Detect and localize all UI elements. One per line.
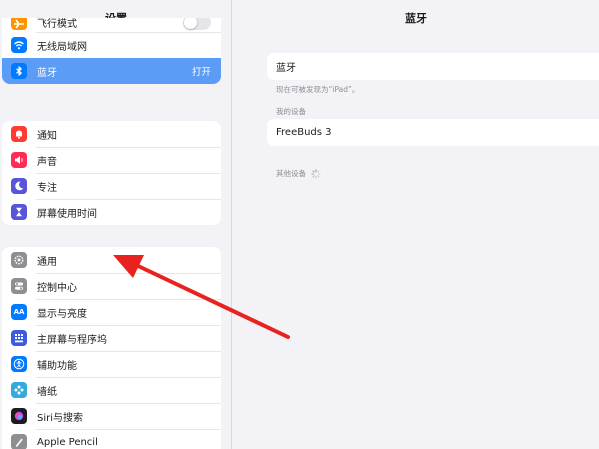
loading-spinner-icon (311, 168, 321, 179)
speaker-icon (11, 152, 27, 168)
sidebar-item-label: 无线局域网 (37, 41, 87, 53)
bluetooth-status: 打开 (191, 67, 211, 78)
bell-icon (11, 126, 27, 142)
moon-icon (11, 178, 27, 194)
general-group: 通用 控制中心 AA 显示与亮度 主屏幕与程序坞 辅助功能 墙纸 Siri与搜索… (2, 247, 221, 449)
sidebar-item-focus[interactable]: 专注 (2, 173, 221, 199)
sidebar-item-home-screen-dock[interactable]: 主屏幕与程序坞 (2, 325, 221, 351)
sidebar-item-label: 辅助功能 (37, 360, 77, 372)
sidebar-item-airplane-mode[interactable]: 飞行模式 (2, 18, 221, 32)
notifications-group: 通知 声音 专注 屏幕使用时间 (2, 121, 221, 225)
sidebar-item-label: 通用 (37, 256, 57, 268)
sidebar-item-label: 屏幕使用时间 (37, 208, 97, 220)
accessibility-icon (11, 356, 27, 372)
sidebar-item-screen-time[interactable]: 屏幕使用时间 (2, 199, 221, 225)
sidebar-item-label: 墙纸 (37, 386, 57, 398)
flower-icon (11, 382, 27, 398)
bluetooth-icon (11, 63, 27, 79)
gear-icon (11, 252, 27, 268)
grid-icon (11, 330, 27, 346)
bluetooth-detail-pane: 蓝牙 蓝牙 现在可被发现为“iPad”。 我的设备 FreeBuds 3 其他设… (233, 0, 599, 449)
sidebar-item-label: 飞行模式 (37, 18, 77, 30)
sidebar-item-sounds[interactable]: 声音 (2, 147, 221, 173)
sidebar-item-label: 控制中心 (37, 282, 77, 294)
sidebar-item-notifications[interactable]: 通知 (2, 121, 221, 147)
sidebar-item-label: 专注 (37, 182, 57, 194)
sidebar-item-wifi[interactable]: 无线局域网 (2, 32, 221, 58)
wifi-icon (11, 37, 27, 53)
discoverable-text: 现在可被发现为“iPad”。 (276, 85, 360, 94)
device-name: FreeBuds 3 (276, 127, 332, 138)
sidebar-item-wallpaper[interactable]: 墙纸 (2, 377, 221, 403)
sidebar-item-label: 声音 (37, 156, 57, 168)
sidebar-item-display-brightness[interactable]: AA 显示与亮度 (2, 299, 221, 325)
bluetooth-toggle-row[interactable]: 蓝牙 (267, 53, 599, 80)
sidebar-item-apple-pencil[interactable]: Apple Pencil (2, 429, 221, 449)
sidebar-item-siri-search[interactable]: Siri与搜索 (2, 403, 221, 429)
page-title: 蓝牙 (405, 12, 427, 25)
bluetooth-label: 蓝牙 (276, 63, 296, 74)
text-size-icon: AA (11, 304, 27, 320)
sidebar-item-control-center[interactable]: 控制中心 (2, 273, 221, 299)
sidebar-item-label: 通知 (37, 130, 57, 142)
sidebar-item-label: 主屏幕与程序坞 (37, 334, 107, 346)
other-devices-header: 其他设备 (276, 168, 321, 179)
switches-icon (11, 278, 27, 294)
airplane-mode-toggle[interactable] (183, 18, 211, 30)
settings-sidebar: 设置 飞行模式 无线局域网 蓝牙 打开 (0, 0, 232, 449)
sidebar-item-label: Apple Pencil (37, 436, 98, 448)
sidebar-item-label: 显示与亮度 (37, 308, 87, 320)
device-row-freebuds[interactable]: FreeBuds 3 (267, 119, 599, 146)
sidebar-item-bluetooth[interactable]: 蓝牙 打开 (2, 58, 221, 84)
connectivity-group: 飞行模式 无线局域网 蓝牙 打开 (2, 18, 221, 84)
sidebar-item-general[interactable]: 通用 (2, 247, 221, 273)
sidebar-item-accessibility[interactable]: 辅助功能 (2, 351, 221, 377)
hourglass-icon (11, 204, 27, 220)
other-devices-label: 其他设备 (276, 169, 306, 178)
my-devices-header: 我的设备 (276, 107, 306, 116)
airplane-icon (11, 18, 27, 30)
siri-icon (11, 408, 27, 424)
sidebar-item-label: Siri与搜索 (37, 412, 84, 424)
sidebar-item-label: 蓝牙 (37, 67, 57, 79)
pencil-icon (11, 434, 27, 449)
